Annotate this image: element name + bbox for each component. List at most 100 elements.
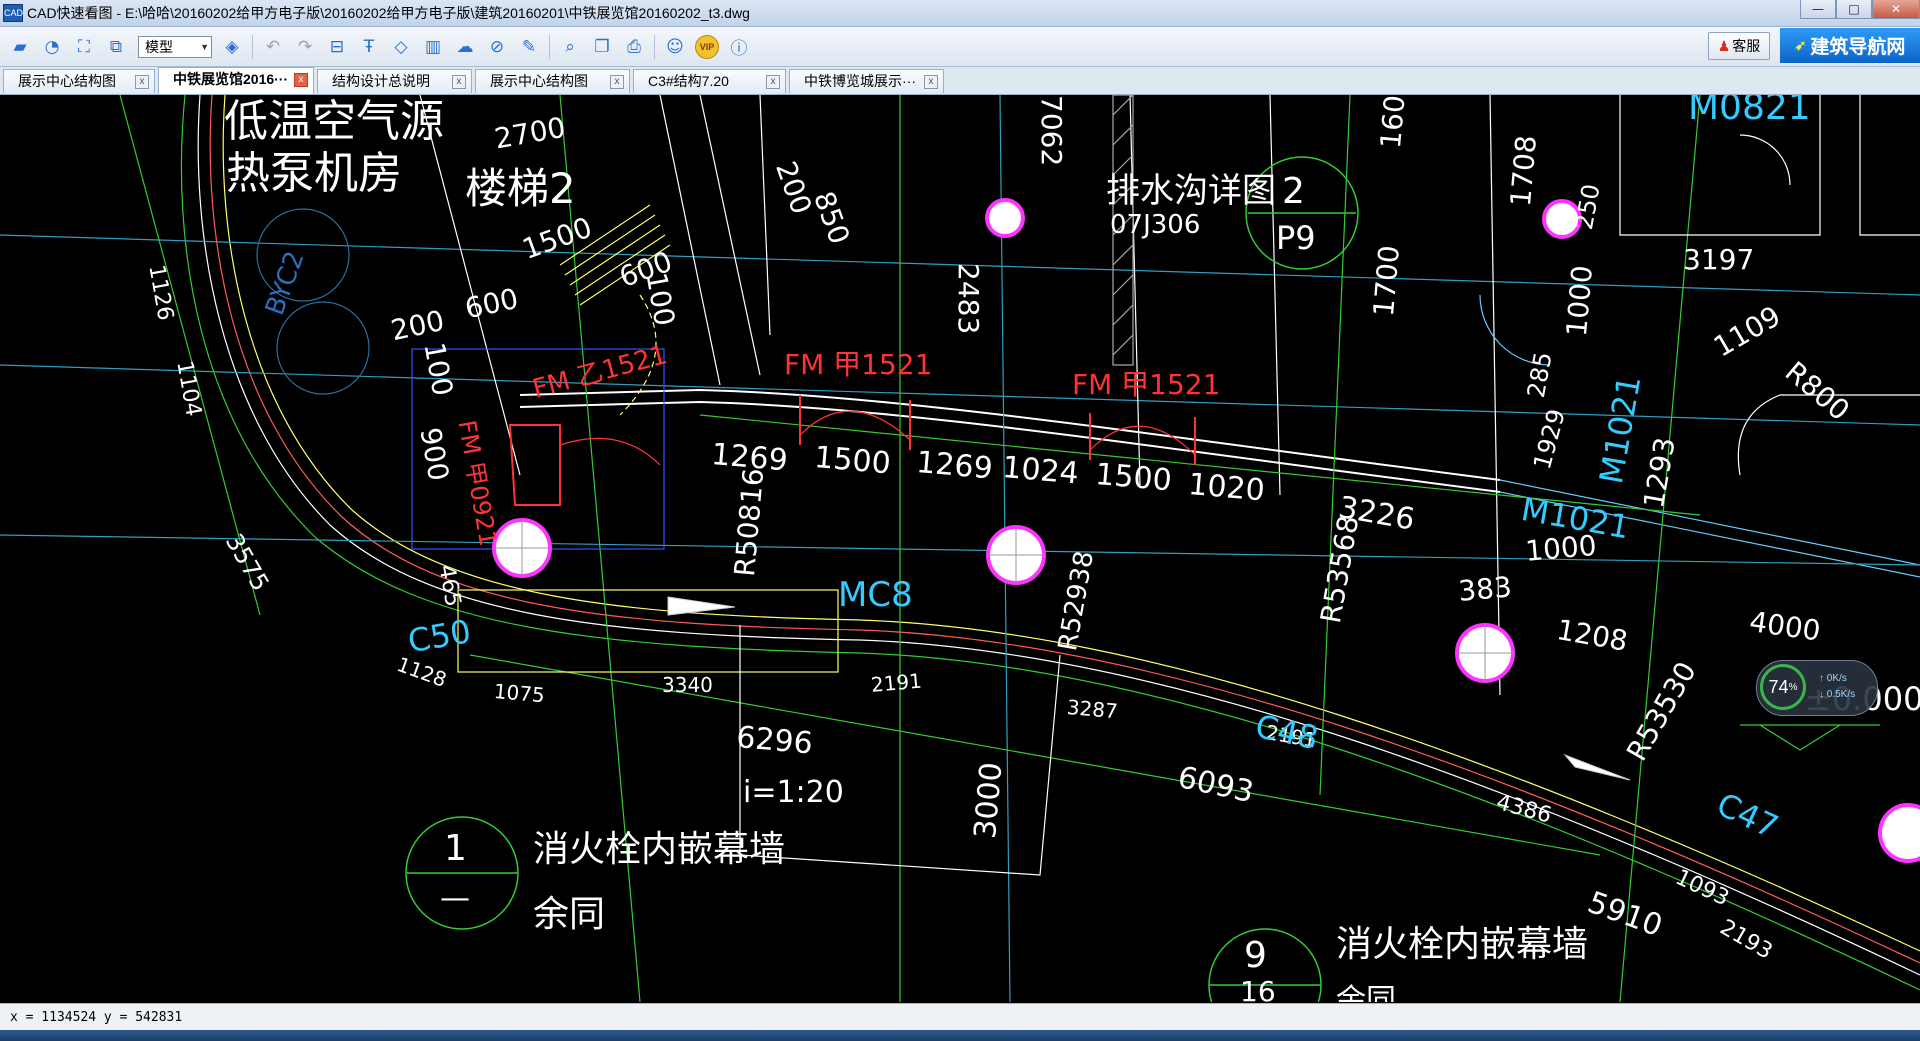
title-bar: CAD CAD快速看图 - E:\哈哈\20160202给甲方电子版\20160… — [0, 0, 1920, 27]
tab-4[interactable]: C3#结构7.20 x — [633, 69, 786, 93]
hide-icon[interactable]: ⊘ — [485, 35, 509, 59]
slope-label: i=1:20 — [743, 775, 844, 810]
tab-2[interactable]: 结构设计总说明 x — [317, 69, 472, 93]
download-rate-value: 0.5K/s — [1826, 689, 1856, 700]
toolbar-separator — [549, 34, 550, 59]
tab-close-icon[interactable]: x — [294, 73, 308, 87]
room-label: 热泵机房 — [226, 148, 402, 199]
dimension-text: 1075 — [492, 679, 546, 708]
undo-icon[interactable]: ↶ — [261, 35, 285, 59]
callout-sheet: P9 — [1276, 219, 1316, 257]
tab-0[interactable]: 展示中心结构图 x — [3, 69, 155, 93]
tab-label: 中铁博览城展示··· — [804, 73, 916, 89]
tab-5[interactable]: 中铁博览城展示··· x — [789, 69, 944, 93]
hydrant-outline — [457, 589, 839, 673]
detail-label: 排水沟详图 — [1106, 171, 1276, 211]
network-monitor-widget[interactable]: 74% ↑ 0K/s ↓ 0.5K/s — [1756, 660, 1878, 716]
door-label: FM 甲1521 — [784, 348, 933, 381]
callout-number: 9 — [1244, 935, 1267, 976]
layers-icon[interactable]: ◈ — [220, 35, 244, 59]
app-icon: CAD — [3, 4, 23, 22]
note-label: 余同 — [1336, 983, 1396, 1002]
cloud-icon[interactable]: ☁ — [453, 35, 477, 59]
space-select[interactable]: 模型 ▼ — [138, 35, 212, 58]
axis-bubble — [276, 301, 370, 395]
callout-sheet: — — [440, 881, 470, 916]
find-icon[interactable]: ⌕ — [558, 35, 582, 59]
memory-usage-gauge: 74% — [1760, 664, 1806, 710]
tab-3[interactable]: 展示中心结构图 x — [475, 69, 630, 93]
note-label: 消火栓内嵌幕墙 — [533, 829, 786, 870]
print-icon[interactable]: ⎙ — [622, 35, 646, 59]
dimension-text: 1600 — [1374, 95, 1414, 150]
axis-line — [0, 534, 1920, 566]
toolbar-separator — [252, 34, 253, 59]
tab-close-icon[interactable]: x — [452, 75, 466, 89]
dimension-text: 3340 — [662, 673, 713, 697]
toolbar-separator — [654, 34, 655, 59]
history-icon[interactable]: ◔ — [40, 35, 64, 59]
minimize-button[interactable]: — — [1800, 0, 1836, 19]
note-label: 消火栓内嵌幕墙 — [1336, 924, 1589, 965]
cad-linework — [0, 95, 1920, 1002]
elevation-marker — [1759, 724, 1841, 751]
dimension-text: 1000 — [1560, 264, 1600, 338]
column-marker — [985, 198, 1025, 238]
window-label: MC8 — [838, 575, 913, 615]
note-label: 余同 — [533, 894, 606, 935]
download-rate: ↓ 0.5K/s — [1819, 689, 1856, 700]
tab-label: 中铁展览馆2016··· — [173, 71, 289, 87]
inner-wall — [759, 95, 771, 336]
tab-close-icon[interactable]: x — [135, 75, 149, 89]
customer-service-button[interactable]: ♟ 客服 — [1708, 32, 1770, 60]
pen-icon[interactable]: ✎ — [517, 35, 541, 59]
window-controls: — □ ✕ — [1800, 0, 1920, 20]
redo-icon[interactable]: ↷ — [293, 35, 317, 59]
tab-1[interactable]: 中铁展览馆2016··· x — [158, 67, 314, 94]
dimension-text: 6296 — [734, 720, 815, 762]
zoom-window-icon[interactable]: ⧉ — [104, 35, 128, 59]
dimension-text: 2191 — [870, 668, 923, 697]
tab-close-icon[interactable]: x — [610, 75, 624, 89]
tab-close-icon[interactable]: x — [766, 75, 780, 89]
dimension-text: 1500 — [812, 440, 893, 482]
tab-label: 展示中心结构图 — [490, 73, 588, 89]
tab-label: 结构设计总说明 — [332, 73, 430, 89]
architecture-nav-button[interactable]: ➶ 建筑导航网 — [1780, 28, 1920, 63]
door-label: M0821 — [1688, 95, 1811, 128]
drawing-canvas[interactable]: 低温空气源 热泵机房 楼梯2 排水沟详图 07J306 ±0.000 消火栓内嵌… — [0, 95, 1920, 1002]
callout-number: 2 — [1282, 171, 1305, 212]
close-button[interactable]: ✕ — [1872, 0, 1920, 19]
dimension-text: 1708 — [1504, 134, 1544, 208]
toolbar: ▰ ◔ ⛶ ⧉ 模型 ▼ ◈ ↶ ↷ ⊟ Ŧ ◇ ▥ ☁ ⊘ ✎ ⌕ ❐ ⎙ ☺ … — [0, 27, 1920, 67]
dimension-text: 1024 — [1000, 450, 1081, 492]
hydrant-symbol — [667, 596, 736, 616]
text-icon[interactable]: Ŧ — [357, 35, 381, 59]
axis-line — [1319, 95, 1351, 796]
dimension-text: 1269 — [914, 445, 995, 487]
tab-label: 展示中心结构图 — [18, 73, 116, 89]
delete-icon[interactable]: ▥ — [421, 35, 445, 59]
open-folder-icon[interactable]: ▰ — [8, 35, 32, 59]
document-tabs: 展示中心结构图 x 中铁展览馆2016··· x 结构设计总说明 x 展示中心结构图 x… — [0, 67, 1920, 95]
zoom-extents-icon[interactable]: ⛶ — [72, 35, 96, 59]
vip-icon[interactable]: VIP — [695, 34, 719, 59]
maximize-button[interactable]: □ — [1836, 0, 1872, 19]
eraser-icon[interactable]: ◇ — [389, 35, 413, 59]
user-icon[interactable]: ☺ — [663, 35, 687, 59]
window-title: CAD快速看图 - E:\哈哈\20160202给甲方电子版\20160202给… — [27, 5, 750, 21]
info-icon[interactable]: ⓘ — [727, 35, 751, 59]
dimension-text: 1500 — [1093, 457, 1174, 499]
column-marker — [1878, 803, 1920, 863]
compare-icon[interactable]: ❐ — [590, 35, 614, 59]
room-label: 楼梯2 — [465, 164, 576, 213]
upload-rate: ↑ 0K/s — [1819, 673, 1847, 684]
door-label: FM 甲1521 — [1072, 368, 1221, 401]
hydrant-symbol — [1563, 753, 1631, 781]
measure-icon[interactable]: ⊟ — [325, 35, 349, 59]
axis-line — [1619, 95, 1701, 1002]
tab-label: C3#结构7.20 — [648, 73, 729, 89]
tab-close-icon[interactable]: x — [924, 75, 938, 89]
memory-usage-unit: % — [1788, 681, 1798, 693]
inner-wall — [1269, 95, 1281, 496]
